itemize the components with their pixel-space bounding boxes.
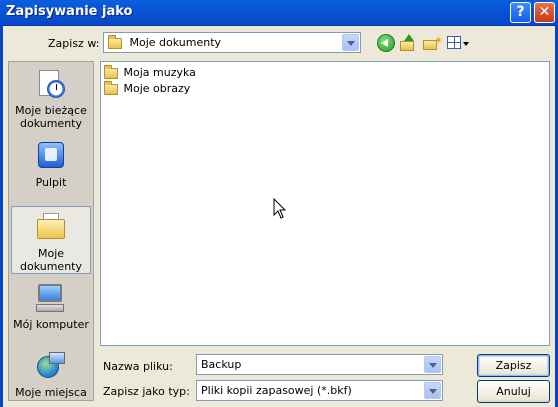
place-label: Moje miejsca <box>15 386 87 399</box>
chevron-down-icon[interactable] <box>424 356 441 373</box>
save-in-combo[interactable]: Moje dokumenty <box>103 32 361 53</box>
my-documents-icon <box>35 211 67 243</box>
my-computer-icon <box>35 282 67 314</box>
place-label: Moje dokumenty <box>20 247 82 273</box>
file-list[interactable]: Moja muzyka Moje obrazy <box>100 61 550 346</box>
filetype-label: Zapisz jako typ: <box>103 385 190 398</box>
place-label: Pulpit <box>35 176 67 189</box>
filename-label: Nazwa pliku: <box>103 360 173 373</box>
file-name: Moje obrazy <box>123 82 191 95</box>
file-name: Moja muzyka <box>123 66 196 79</box>
new-folder-icon[interactable]: ✶ <box>423 34 443 52</box>
places-bar: Moje bieżące dokumenty Pulpit Moje dokum… <box>8 61 94 401</box>
chevron-down-icon[interactable] <box>342 34 359 51</box>
back-icon[interactable] <box>377 34 395 52</box>
window-frame-left <box>0 26 3 407</box>
title-bar: Zapisywanie jako ? ✕ <box>0 0 558 26</box>
cancel-button[interactable]: Anuluj <box>477 380 550 403</box>
save-button[interactable]: Zapisz <box>477 354 550 377</box>
chevron-down-icon[interactable] <box>424 382 441 399</box>
place-desktop[interactable]: Pulpit <box>9 140 93 189</box>
close-button[interactable]: ✕ <box>534 2 555 23</box>
list-item[interactable]: Moje obrazy <box>104 80 191 98</box>
filename-value: Backup <box>201 358 242 371</box>
place-network[interactable]: Moje miejsca <box>9 350 93 399</box>
place-label: Moje bieżące dokumenty <box>15 104 87 130</box>
folder-icon <box>104 80 118 95</box>
folder-icon <box>108 34 122 49</box>
recent-documents-icon <box>35 68 67 100</box>
place-my-documents[interactable]: Moje dokumenty <box>11 206 91 274</box>
list-item[interactable]: Moja muzyka <box>104 64 196 82</box>
filetype-select[interactable]: Pliki kopii zapasowej (*.bkf) <box>196 380 443 401</box>
views-menu-icon[interactable] <box>447 34 469 52</box>
place-label: Mój komputer <box>13 318 89 331</box>
place-my-computer[interactable]: Mój komputer <box>9 282 93 331</box>
filename-field[interactable]: Backup <box>196 354 443 375</box>
save-in-value: Moje dokumenty <box>129 36 222 49</box>
help-button[interactable]: ? <box>510 2 531 23</box>
window-title: Zapisywanie jako <box>6 4 133 19</box>
desktop-icon <box>35 140 67 172</box>
place-recent-documents[interactable]: Moje bieżące dokumenty <box>9 68 93 130</box>
folder-icon <box>104 64 118 79</box>
save-in-label: Zapisz w: <box>48 37 100 50</box>
filetype-value: Pliki kopii zapasowej (*.bkf) <box>201 384 352 397</box>
network-places-icon <box>35 350 67 382</box>
up-folder-icon[interactable] <box>399 34 417 52</box>
save-in-value-wrap: Moje dokumenty <box>108 34 222 49</box>
mouse-cursor-icon <box>273 198 287 219</box>
